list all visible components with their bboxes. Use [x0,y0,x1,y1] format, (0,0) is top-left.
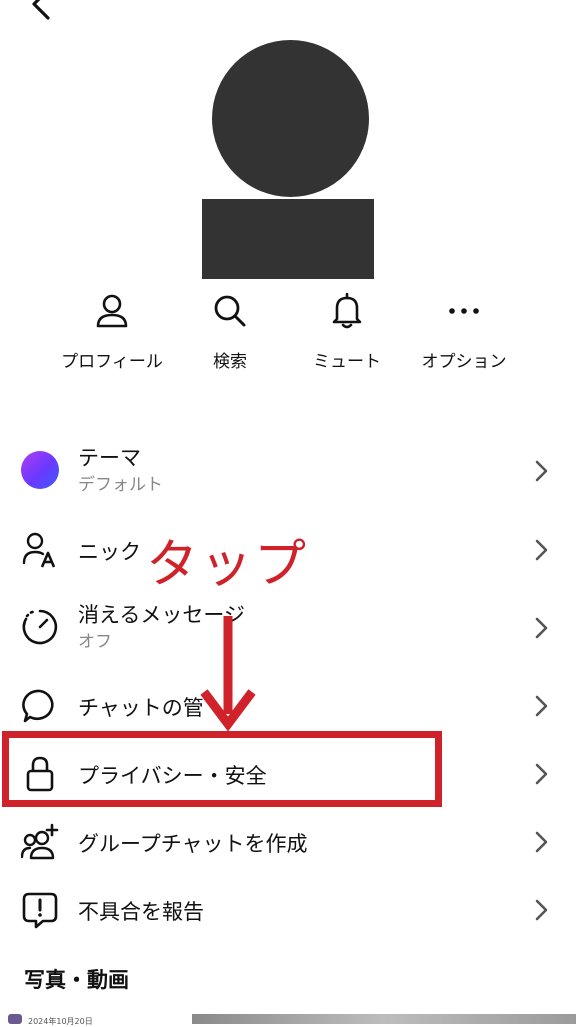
options-action-label: オプション [421,352,507,372]
avatar [212,40,369,197]
chat-management-title: チャットの管 [78,696,204,720]
menu-item-theme[interactable]: テーマ デフォルト [0,440,576,502]
chevron-right-icon [535,617,548,639]
search-action-label: 検索 [213,352,247,372]
menu-item-create-group-chat[interactable]: グループチャットを作成 [0,820,576,864]
add-group-icon [21,823,59,860]
menu-item-chat-management[interactable]: チャットの管 [0,684,576,728]
menu-item-disappearing-messages[interactable]: 消えるメッセージ オフ [0,597,576,659]
chevron-right-icon [535,763,548,785]
report-bug-title: 不具合を報告 [78,900,204,924]
bell-icon [332,292,362,329]
theme-subtitle: デフォルト [78,475,163,495]
mute-action-button[interactable]: ミュート [287,285,407,372]
media-thumbnail-small[interactable] [8,1014,22,1024]
chevron-right-icon [535,539,548,561]
mute-action-label: ミュート [313,352,381,372]
chat-bubble-icon [22,689,54,723]
chevron-right-icon [535,831,548,853]
chevron-right-icon [535,899,548,921]
person-icon [96,294,128,328]
more-dots-icon [449,308,479,314]
tap-annotation-label: タップ [146,535,309,595]
theme-color-dot-icon [21,451,59,489]
menu-item-report-bug[interactable]: 不具合を報告 [0,888,576,932]
profile-action-label: プロフィール [61,352,163,372]
profile-name-block [202,199,374,279]
chevron-right-icon [535,460,548,482]
media-thumbnail-row[interactable] [192,1014,576,1024]
report-alert-icon [22,892,58,929]
theme-title: テーマ [78,446,141,470]
timer-icon [22,609,58,645]
search-action-button[interactable]: 検索 [170,285,290,372]
back-chevron-icon[interactable] [22,0,62,26]
profile-action-button[interactable]: プロフィール [52,285,172,372]
nickname-icon [22,532,56,568]
options-action-button[interactable]: オプション [404,285,524,372]
media-section-title: 写真・動画 [24,968,129,992]
highlight-frame [2,731,442,807]
disappearing-subtitle: オフ [78,632,112,652]
search-icon [214,295,246,327]
down-arrow-annotation-icon [200,616,256,732]
chevron-right-icon [535,695,548,717]
group-chat-title: グループチャットを作成 [78,832,308,856]
media-date-label: 2024年10月20日 [28,1017,93,1026]
nickname-title: ニック [78,540,141,564]
